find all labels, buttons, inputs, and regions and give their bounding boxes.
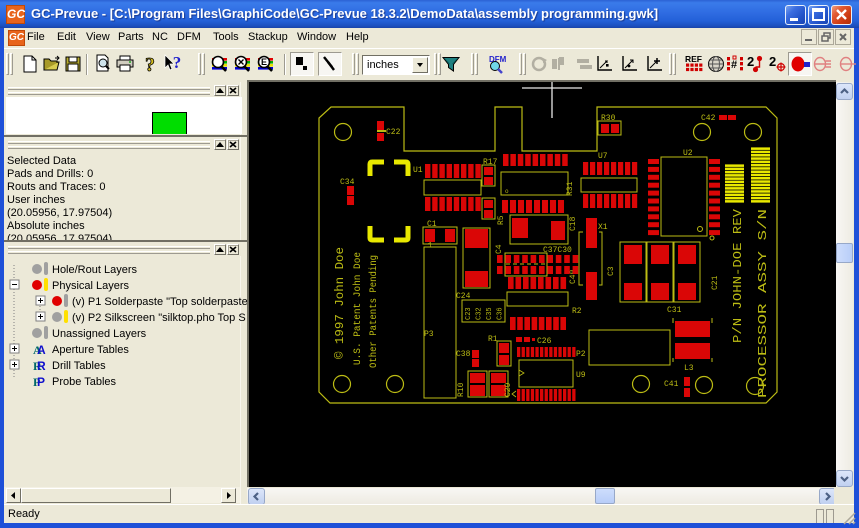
svg-text:Hole/Rout Layers: Hole/Rout Layers [52, 264, 137, 276]
svg-text:Unassigned Layers: Unassigned Layers [52, 328, 147, 340]
svg-text:R30: R30 [601, 114, 616, 123]
svg-text:U2: U2 [683, 149, 693, 158]
svg-text:U.S. Patent John Doe: U.S. Patent John Doe [352, 252, 364, 365]
svg-text:C22: C22 [386, 128, 401, 137]
svg-text:R10: R10 [457, 382, 466, 397]
svg-text:Physical Layers: Physical Layers [52, 280, 130, 292]
svg-text:Probe Tables: Probe Tables [52, 376, 117, 388]
svg-text:o: o [505, 188, 509, 195]
svg-text:Drill Tables: Drill Tables [52, 360, 106, 372]
svg-text:C29: C29 [504, 382, 513, 397]
svg-text:R2: R2 [572, 307, 582, 316]
svg-text:C3: C3 [607, 266, 616, 276]
svg-text:C36: C36 [497, 307, 505, 320]
svg-text:R: R [37, 359, 46, 373]
svg-text:2: 2 [769, 54, 776, 69]
svg-text:?: ? [173, 54, 182, 72]
svg-text:C26: C26 [537, 337, 552, 346]
svg-text:P2: P2 [576, 350, 586, 359]
svg-text:2: 2 [747, 54, 754, 69]
svg-text:C1: C1 [427, 220, 437, 229]
svg-text:(v) P1 Solderpaste "Top solder: (v) P1 Solderpaste "Top solderpaste [72, 296, 247, 308]
svg-text:R5: R5 [497, 215, 506, 225]
svg-text:C18: C18 [569, 216, 578, 231]
svg-text:REF: REF [685, 54, 702, 64]
svg-text:C35: C35 [486, 307, 494, 320]
svg-text:C21: C21 [711, 275, 720, 290]
svg-text:A: A [37, 343, 46, 357]
svg-text:X1: X1 [598, 223, 608, 232]
svg-text:C38: C38 [456, 350, 471, 359]
svg-text:R17: R17 [483, 158, 498, 167]
svg-text:U9: U9 [576, 371, 586, 380]
svg-text:C4: C4 [495, 244, 504, 254]
svg-text:U1: U1 [413, 166, 423, 175]
svg-text:C31: C31 [667, 306, 682, 315]
svg-text:P3: P3 [424, 330, 434, 339]
svg-text:C23: C23 [465, 307, 473, 320]
svg-text:E: E [261, 57, 267, 67]
svg-text:P: P [37, 375, 45, 389]
svg-text:U7: U7 [598, 152, 608, 161]
svg-text:C34: C34 [340, 178, 355, 187]
svg-text:C32: C32 [476, 307, 484, 320]
svg-text:C42: C42 [701, 114, 716, 123]
svg-text:© 1997 John Doe: © 1997 John Doe [333, 247, 347, 359]
svg-text:?: ? [145, 54, 155, 74]
svg-text:R31: R31 [566, 181, 575, 196]
svg-text:1: 1 [428, 242, 432, 250]
svg-text:Aperture Tables: Aperture Tables [52, 344, 129, 356]
svg-text:#: # [731, 59, 737, 71]
svg-text:C41: C41 [664, 380, 679, 389]
svg-text:L3: L3 [684, 364, 694, 373]
svg-text:Other Patents Pending: Other Patents Pending [368, 255, 380, 368]
svg-text:(v) P2 Silkscreen "silktop.pho: (v) P2 Silkscreen "silktop.pho Top S [72, 312, 246, 324]
svg-text:PROCESSOR ASSY S/N: PROCESSOR ASSY S/N [757, 209, 770, 398]
svg-text:P/N JOHN-DOE REV: P/N JOHN-DOE REV [732, 209, 745, 343]
svg-text:R1: R1 [488, 335, 498, 344]
